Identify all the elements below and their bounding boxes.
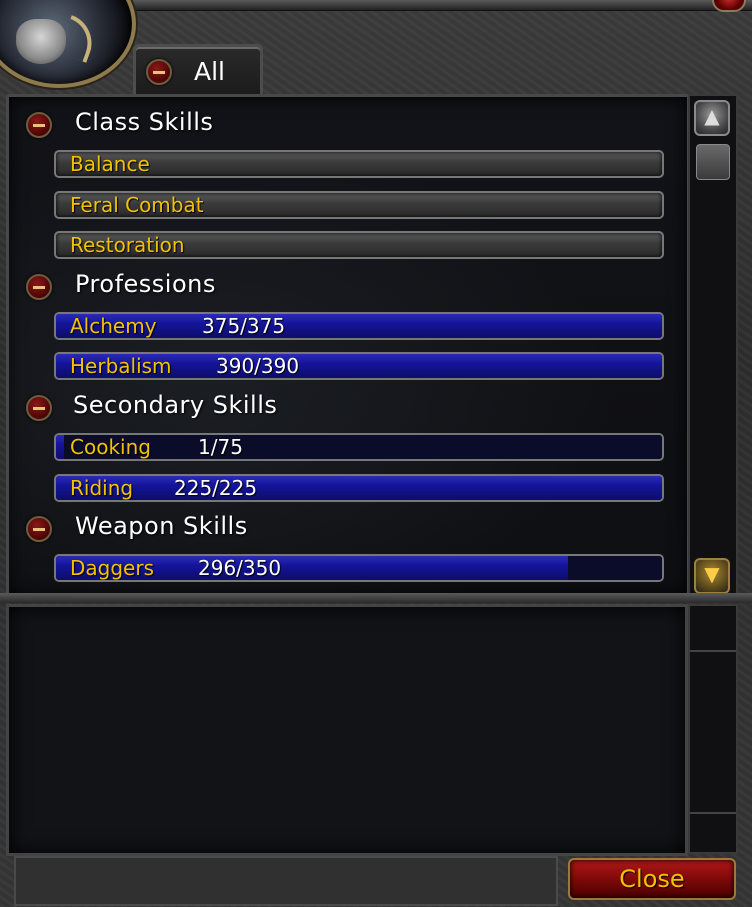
pane-divider <box>0 593 752 603</box>
skill-name: Balance <box>70 152 150 176</box>
skill-list: Class Skills Balance Feral Combat Restor… <box>6 94 690 598</box>
description-scrollbar[interactable] <box>688 604 738 854</box>
skill-row-daggers[interactable]: Daggers 296/350 <box>54 554 664 582</box>
scroll-down-icon: ▼ <box>704 562 720 586</box>
character-portrait <box>0 0 136 88</box>
category-header: Professions <box>75 270 216 298</box>
scroll-up-icon: ▲ <box>704 104 720 128</box>
skill-value: 390/390 <box>216 354 300 378</box>
skill-progress-remaining <box>64 435 662 459</box>
skill-row-alchemy[interactable]: Alchemy 375/375 <box>54 312 664 340</box>
skill-value: 296/350 <box>198 556 282 580</box>
portrait-horn <box>58 15 100 63</box>
category-header: Weapon Skills <box>75 512 248 540</box>
scroll-down-button[interactable]: ▼ <box>694 558 730 594</box>
collapse-category-icon[interactable] <box>26 112 52 138</box>
skill-progress-fill <box>56 476 662 500</box>
scroll-thumb[interactable] <box>696 144 730 180</box>
frame-top-border <box>110 0 752 11</box>
close-button[interactable]: Close <box>568 858 736 900</box>
skill-progress-remaining <box>568 556 662 580</box>
scrollbar-segment <box>690 812 736 814</box>
skill-name: Riding <box>70 476 134 500</box>
skill-description-pane <box>6 604 688 856</box>
skills-frame: All Class Skills Balance Feral Combat Re… <box>0 0 752 907</box>
skill-name: Cooking <box>70 435 151 459</box>
tab-all-label: All <box>194 57 225 86</box>
skill-row-herbalism[interactable]: Herbalism 390/390 <box>54 352 664 380</box>
skill-row-feral-combat[interactable]: Feral Combat <box>54 191 664 219</box>
skill-value: 225/225 <box>174 476 258 500</box>
skill-list-scrollbar[interactable]: ▲ ▼ <box>688 94 738 603</box>
portrait-face <box>16 19 66 64</box>
skill-name: Daggers <box>70 556 154 580</box>
collapse-category-icon[interactable] <box>26 395 52 421</box>
skill-name: Herbalism <box>70 354 172 378</box>
skill-progress-fill <box>56 435 65 459</box>
skill-row-balance[interactable]: Balance <box>54 150 664 178</box>
category-header: Secondary Skills <box>73 391 278 419</box>
skill-row-riding[interactable]: Riding 225/225 <box>54 474 664 502</box>
tab-all[interactable]: All <box>133 44 263 99</box>
skill-row-cooking[interactable]: Cooking 1/75 <box>54 433 664 461</box>
scrollbar-segment <box>690 650 736 652</box>
collapse-category-icon[interactable] <box>26 274 52 300</box>
skill-name: Restoration <box>70 233 185 257</box>
skill-name: Alchemy <box>70 314 157 338</box>
skill-name: Feral Combat <box>70 193 204 217</box>
scroll-up-button[interactable]: ▲ <box>694 100 730 136</box>
skill-row-restoration[interactable]: Restoration <box>54 231 664 259</box>
skill-value: 1/75 <box>198 435 243 459</box>
category-header: Class Skills <box>75 108 214 136</box>
bottom-bar <box>14 856 558 906</box>
collapse-all-icon[interactable] <box>146 59 172 85</box>
skill-value: 375/375 <box>202 314 286 338</box>
collapse-category-icon[interactable] <box>26 516 52 542</box>
